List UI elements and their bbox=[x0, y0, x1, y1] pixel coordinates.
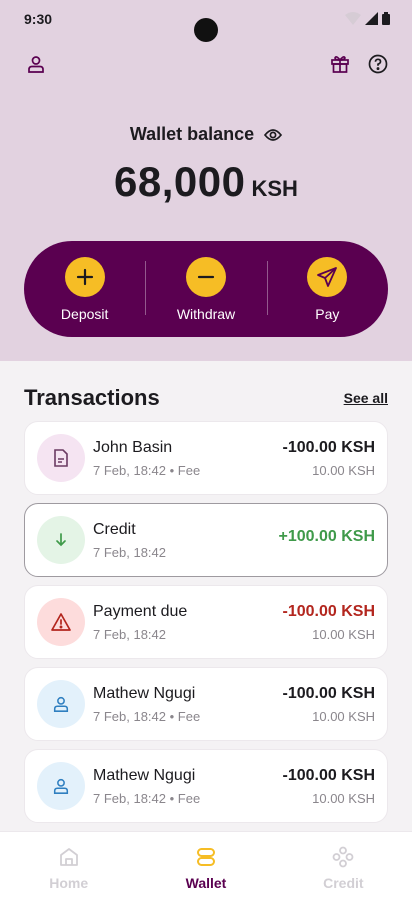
transaction-name: Payment due bbox=[93, 602, 188, 620]
nav-item-credit[interactable]: Credit bbox=[275, 832, 412, 917]
credit-icon bbox=[332, 846, 354, 868]
bottom-navigation: Home Wallet Credit bbox=[0, 831, 412, 917]
transaction-name: Credit bbox=[93, 520, 136, 538]
nav-item-wallet[interactable]: Wallet bbox=[137, 832, 274, 917]
status-icons bbox=[345, 12, 390, 25]
gift-button[interactable] bbox=[326, 50, 354, 78]
wifi-icon bbox=[345, 12, 361, 25]
transaction-row[interactable]: Mathew Ngugi 7 Feb, 18:42 • Fee -100.00 … bbox=[24, 749, 388, 823]
transaction-meta: 7 Feb, 18:42 • Fee bbox=[93, 790, 201, 806]
transaction-amount: +100.00 KSH bbox=[278, 528, 375, 545]
minus-icon bbox=[185, 257, 226, 297]
plus-icon bbox=[64, 257, 105, 297]
status-bar: 9:30 bbox=[0, 0, 412, 42]
transaction-row[interactable]: Mathew Ngugi 7 Feb, 18:42 • Fee -100.00 … bbox=[24, 667, 388, 741]
balance-currency: KSH bbox=[251, 176, 298, 201]
transaction-meta: 7 Feb, 18:42 • Fee bbox=[93, 462, 201, 478]
pay-button[interactable]: Pay bbox=[266, 241, 388, 337]
transaction-row[interactable]: Payment due 7 Feb, 18:42 -100.00 KSH 10.… bbox=[24, 585, 388, 659]
document-icon bbox=[37, 434, 85, 482]
deposit-label: Deposit bbox=[60, 306, 109, 322]
transaction-amount: -100.00 KSH bbox=[282, 602, 376, 620]
balance-amount: 68,000 bbox=[114, 158, 246, 205]
arrow-down-icon bbox=[37, 516, 85, 564]
pay-label: Pay bbox=[315, 306, 340, 322]
transaction-meta: 7 Feb, 18:42 bbox=[93, 544, 166, 560]
status-time: 9:30 bbox=[24, 11, 53, 27]
transactions-header: Transactions See all bbox=[24, 385, 388, 411]
home-icon bbox=[59, 848, 78, 866]
warning-icon bbox=[37, 598, 85, 646]
withdraw-button[interactable]: Withdraw bbox=[145, 241, 266, 337]
wallet-actions: Deposit Withdraw Pay bbox=[24, 241, 388, 337]
send-icon bbox=[307, 257, 348, 297]
wallet-header: 9:30 Wallet balance 68,000 KSH Deposit W… bbox=[0, 0, 412, 361]
person-icon bbox=[37, 680, 85, 728]
camera-cutout bbox=[194, 18, 218, 42]
nav-label-home: Home bbox=[49, 875, 89, 891]
transaction-amount: -100.00 KSH bbox=[282, 766, 376, 784]
transaction-meta: 7 Feb, 18:42 • Fee bbox=[93, 708, 201, 724]
wallet-icon bbox=[196, 848, 215, 866]
nav-item-home[interactable]: Home bbox=[0, 832, 137, 917]
transaction-fee: 10.00 KSH bbox=[312, 626, 375, 642]
profile-button[interactable] bbox=[22, 50, 50, 78]
transaction-row[interactable]: Credit 7 Feb, 18:42 +100.00 KSH bbox=[24, 503, 388, 577]
transactions-title: Transactions bbox=[24, 385, 160, 410]
transactions-list: John Basin 7 Feb, 18:42 • Fee -100.00 KS… bbox=[24, 421, 388, 831]
eye-icon[interactable] bbox=[264, 128, 283, 142]
signal-icon bbox=[365, 12, 378, 25]
transaction-name: Mathew Ngugi bbox=[93, 684, 196, 702]
nav-label-credit: Credit bbox=[323, 875, 364, 891]
battery-icon bbox=[382, 12, 390, 25]
help-button[interactable] bbox=[364, 50, 392, 78]
transaction-amount: -100.00 KSH bbox=[282, 684, 376, 702]
nav-label-wallet: Wallet bbox=[185, 875, 227, 891]
transaction-meta: 7 Feb, 18:42 bbox=[93, 626, 166, 642]
transaction-fee: 10.00 KSH bbox=[312, 462, 375, 478]
deposit-button[interactable]: Deposit bbox=[24, 241, 145, 337]
transaction-row[interactable]: John Basin 7 Feb, 18:42 • Fee -100.00 KS… bbox=[24, 421, 388, 495]
transaction-name: Mathew Ngugi bbox=[93, 766, 196, 784]
wallet-balance: 68,000 KSH bbox=[0, 158, 412, 206]
person-icon bbox=[28, 56, 44, 73]
wallet-balance-label: Wallet balance bbox=[0, 124, 412, 145]
withdraw-label: Withdraw bbox=[176, 306, 236, 322]
see-all-link[interactable]: See all bbox=[344, 390, 388, 406]
transaction-fee: 10.00 KSH bbox=[312, 790, 375, 806]
transaction-amount: -100.00 KSH bbox=[282, 438, 376, 456]
transaction-fee: 10.00 KSH bbox=[312, 708, 375, 724]
transaction-name: John Basin bbox=[93, 438, 173, 456]
balance-label-text: Wallet balance bbox=[129, 124, 255, 144]
gift-icon bbox=[331, 56, 349, 73]
help-icon bbox=[368, 54, 388, 74]
person-icon bbox=[37, 762, 85, 810]
